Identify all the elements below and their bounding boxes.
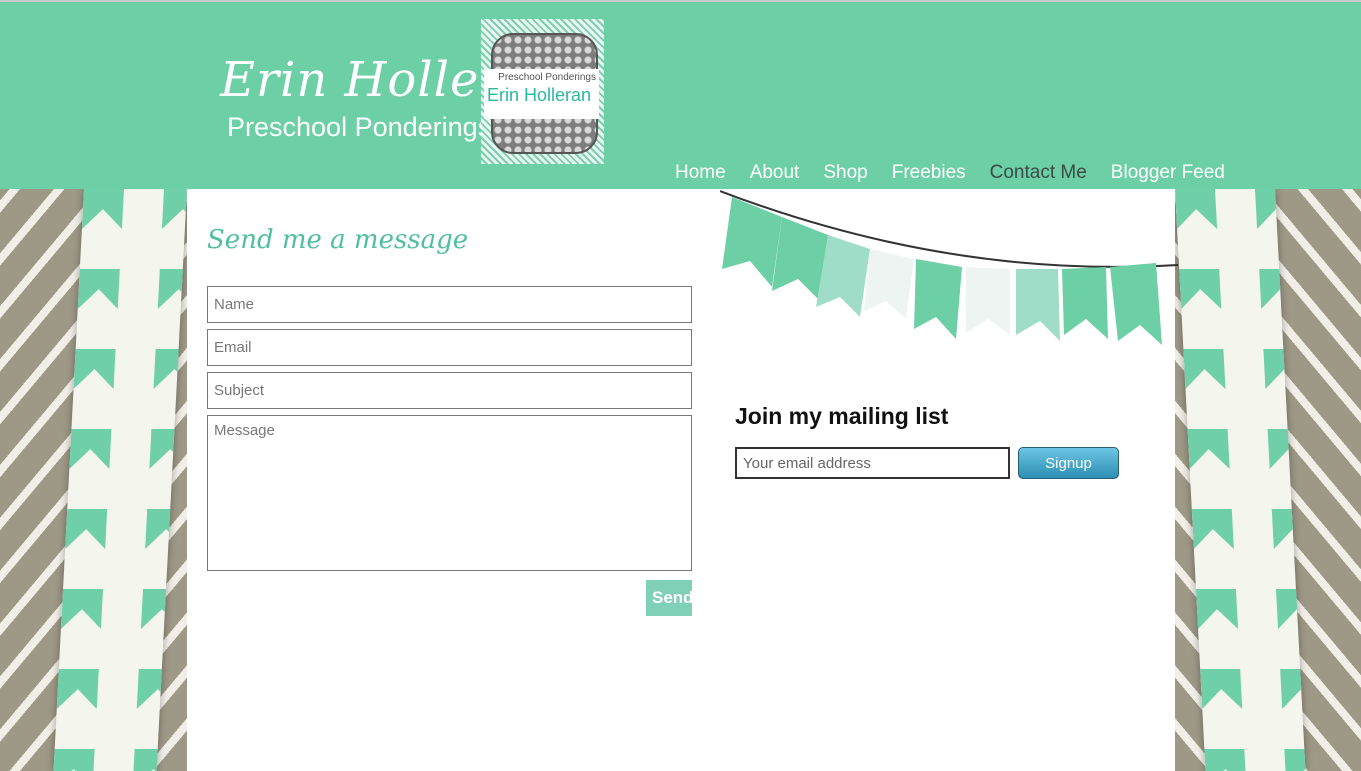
send-button[interactable]: Send [646, 580, 694, 616]
mailing-list-title: Join my mailing list [735, 403, 949, 429]
nav-freebies[interactable]: Freebies [892, 162, 966, 184]
logo-panel: Preschool Ponderings Erin Holleran [484, 69, 599, 119]
nav-home[interactable]: Home [675, 162, 726, 184]
signup-button[interactable]: Signup [1018, 447, 1119, 479]
contact-form-title: Send me a message [207, 225, 469, 255]
mailing-email-input[interactable] [735, 447, 1010, 479]
nav-contact-me[interactable]: Contact Me [990, 162, 1087, 184]
name-input[interactable] [207, 286, 692, 323]
nav-about[interactable]: About [750, 162, 800, 184]
brand-tagline[interactable]: Preschool Ponderings [227, 112, 491, 143]
main-nav: Home About Shop Freebies Contact Me Blog… [675, 162, 1249, 184]
nav-blogger-feed[interactable]: Blogger Feed [1111, 162, 1225, 184]
nav-shop[interactable]: Shop [823, 162, 867, 184]
subject-input[interactable] [207, 372, 692, 409]
message-textarea[interactable] [207, 415, 692, 571]
site-header: Erin Holleran Preschool Ponderings Presc… [0, 0, 1361, 189]
email-input[interactable] [207, 329, 692, 366]
logo[interactable]: Preschool Ponderings Erin Holleran [481, 19, 604, 164]
content-panel: Send me a message Send Join my mailing l… [187, 189, 1178, 771]
logo-small-text: Preschool Ponderings [498, 72, 596, 83]
bunting-decoration [720, 190, 1178, 345]
logo-big-text: Erin Holleran [487, 85, 592, 105]
